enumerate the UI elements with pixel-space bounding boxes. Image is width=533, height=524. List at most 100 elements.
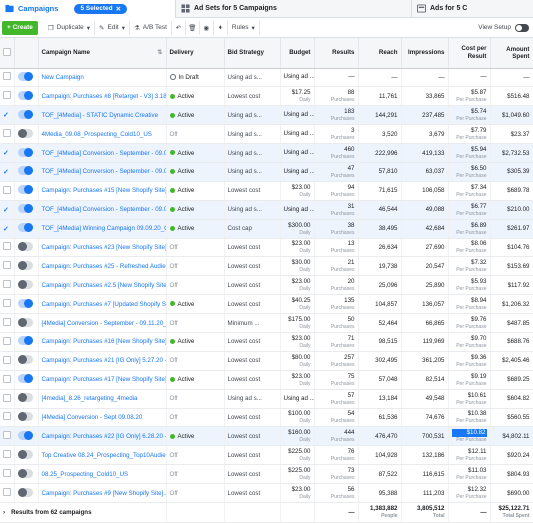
row-select-cell[interactable] <box>0 238 15 258</box>
table-row[interactable]: ✓ TOF_[4Media] Conversion - September - 0… <box>0 200 533 220</box>
row-toggle-cell[interactable] <box>14 351 39 371</box>
row-toggle-cell[interactable] <box>14 275 39 296</box>
chevron-right-icon[interactable]: › <box>3 509 5 516</box>
row-checkbox[interactable] <box>3 72 11 81</box>
campaign-toggle[interactable] <box>17 260 33 270</box>
campaign-toggle[interactable] <box>17 355 33 365</box>
campaign-name-cell[interactable]: Campaign: Purchases #16 [New Shopify Sit… <box>38 332 167 352</box>
table-row[interactable]: [4Media] Conversion - Sept 09.08.20 Off Lo… <box>0 408 533 428</box>
row-checkbox[interactable] <box>3 431 11 440</box>
row-toggle-cell[interactable] <box>14 389 39 409</box>
campaign-name-link[interactable]: Campaign: Purchases #8 [Retarget - V3] 3… <box>42 93 166 100</box>
col-cost-per-result[interactable]: Cost per Result <box>448 38 491 69</box>
bid-strategy-cell[interactable]: Cost cap <box>224 219 281 239</box>
budget-cell[interactable]: Using ad ... <box>280 162 315 182</box>
table-row[interactable]: New Campaign In Draft Using ad s... Using a… <box>0 68 533 88</box>
bid-strategy-cell[interactable]: Minimum ... <box>224 313 281 333</box>
table-row[interactable]: Campaign: Purchases #21 [IG Only] 5.27.2… <box>0 351 533 371</box>
campaign-toggle[interactable] <box>17 411 33 421</box>
row-toggle-cell[interactable] <box>14 238 39 258</box>
bid-strategy-cell[interactable]: Lowest cost <box>224 408 281 428</box>
bid-strategy-cell[interactable]: Using ad s... <box>224 105 281 126</box>
edit-button[interactable]: ✎ Edit ▾ <box>95 20 130 35</box>
table-row[interactable]: Campaign: Purchases #2.5 [New Shopify Si… <box>0 275 533 296</box>
row-checkbox[interactable] <box>3 488 11 497</box>
table-row[interactable]: [4Media] Conversion - September - 09.11.… <box>0 313 533 333</box>
row-select-cell[interactable] <box>0 294 15 315</box>
col-delivery[interactable]: Delivery <box>166 38 225 69</box>
row-select-cell[interactable] <box>0 445 15 466</box>
budget-cell[interactable]: Using ad ... <box>280 105 315 126</box>
budget-cell[interactable]: Using ad ... <box>280 143 315 163</box>
row-select-cell[interactable] <box>0 351 15 371</box>
campaign-toggle[interactable] <box>17 393 33 403</box>
row-select-cell[interactable]: ✓ <box>0 143 15 163</box>
row-toggle-cell[interactable] <box>14 143 39 163</box>
campaign-name-link[interactable]: [4Media] Conversion - September - 09.11.… <box>42 320 166 327</box>
col-campaign-name[interactable]: Campaign Name ⇅ <box>38 38 167 69</box>
view-setup-toggle[interactable] <box>515 23 529 32</box>
row-toggle-cell[interactable] <box>14 464 39 485</box>
campaign-name-cell[interactable]: 4Media_09.08_Prospecting_Cold10_US <box>38 124 167 145</box>
row-toggle-cell[interactable] <box>14 445 39 466</box>
row-select-cell[interactable] <box>0 370 15 390</box>
create-button[interactable]: + Create <box>2 20 38 35</box>
budget-cell[interactable]: $225.00 Daily <box>280 445 315 466</box>
row-select-cell[interactable] <box>0 181 15 201</box>
campaign-toggle[interactable] <box>17 487 33 497</box>
campaign-name-cell[interactable]: Campaign: Purchases #25 - Refreshed Audi… <box>38 256 167 277</box>
table-row[interactable]: Campaign: Purchases #7 [Updated Shopify … <box>0 294 533 315</box>
row-checkbox[interactable] <box>3 450 11 459</box>
bid-strategy-cell[interactable]: Using ad s... <box>224 200 281 220</box>
bid-strategy-cell[interactable]: Using ad s... <box>224 389 281 409</box>
campaign-name-cell[interactable]: TOF_[4Media] Conversion - September - 09… <box>38 143 167 163</box>
campaign-name-cell[interactable]: Campaign: Purchases #17 [New Shopify Sit… <box>38 370 167 390</box>
campaign-toggle[interactable] <box>17 71 33 81</box>
row-checkbox[interactable] <box>3 185 11 194</box>
row-select-cell[interactable] <box>0 313 15 333</box>
budget-cell[interactable]: $30.00 Daily <box>280 256 315 277</box>
undo-button[interactable]: ↶ <box>172 20 186 35</box>
row-checkbox[interactable] <box>3 374 11 383</box>
tab-adsets[interactable]: Ad Sets for 5 Campaigns <box>176 0 412 18</box>
tab-campaigns[interactable]: Campaigns 5 Selected ✕ <box>0 0 176 18</box>
table-row[interactable]: Campaign: Purchases #15 [New Shopify Sit… <box>0 181 533 201</box>
table-row[interactable]: Campaign: Purchases #17 [New Shopify Sit… <box>0 370 533 390</box>
bid-strategy-cell[interactable]: Lowest cost <box>224 483 281 503</box>
rules-button[interactable]: Rules ▾ <box>228 20 260 35</box>
row-select-cell[interactable]: ✓ <box>0 105 15 126</box>
row-select-cell[interactable]: ✓ <box>0 219 15 239</box>
row-select-cell[interactable] <box>0 86 15 107</box>
budget-cell[interactable]: $225.00 Daily <box>280 464 315 485</box>
campaign-toggle[interactable] <box>17 449 33 459</box>
table-row[interactable]: Campaign: Purchases #9 [New Shopify Site… <box>0 483 533 503</box>
bid-strategy-cell[interactable]: Using ad s... <box>224 124 281 145</box>
row-checkbox[interactable] <box>3 336 11 345</box>
bid-strategy-cell[interactable]: Lowest cost <box>224 464 281 485</box>
campaign-toggle[interactable] <box>17 468 33 478</box>
row-toggle-cell[interactable] <box>14 105 39 126</box>
row-select-cell[interactable] <box>0 408 15 428</box>
budget-cell[interactable]: $300.00 Daily <box>280 219 315 239</box>
budget-cell[interactable]: Using ad ... <box>280 124 315 145</box>
campaign-name-link[interactable]: [4media]_8.26_retargeting_4media <box>42 395 138 402</box>
campaign-name-cell[interactable]: [4Media] Conversion - September - 09.11.… <box>38 313 167 333</box>
table-row[interactable]: 4Media_09.08_Prospecting_Cold10_US Off Usi… <box>0 124 533 145</box>
budget-cell[interactable]: Using ad ... <box>280 389 315 409</box>
bid-strategy-cell[interactable]: Using ad s... <box>224 162 281 182</box>
col-results[interactable]: Results <box>314 38 359 69</box>
bid-strategy-cell[interactable]: Lowest cost <box>224 238 281 258</box>
campaign-name-cell[interactable]: Campaign: Purchases #7 [Updated Shopify … <box>38 294 167 315</box>
campaign-name-cell[interactable]: TOF_[4Media] Conversion - September - 09… <box>38 200 167 220</box>
table-row[interactable]: Campaign: Purchases #23 [New Shopify Sit… <box>0 238 533 258</box>
row-toggle-cell[interactable] <box>14 68 39 88</box>
col-reach[interactable]: Reach <box>358 38 402 69</box>
campaign-name-link[interactable]: Campaign: Purchases #25 - Refreshed Audi… <box>42 263 166 270</box>
row-toggle-cell[interactable] <box>14 294 39 315</box>
campaign-name-link[interactable]: Top Creative 08.24_Prospecting_Top10Audi… <box>42 452 166 459</box>
row-checkbox[interactable] <box>3 412 11 421</box>
row-checkbox[interactable] <box>3 242 11 251</box>
bid-strategy-cell[interactable]: Lowest cost <box>224 370 281 390</box>
close-icon[interactable]: ✕ <box>116 5 121 13</box>
campaign-toggle[interactable] <box>17 336 33 346</box>
